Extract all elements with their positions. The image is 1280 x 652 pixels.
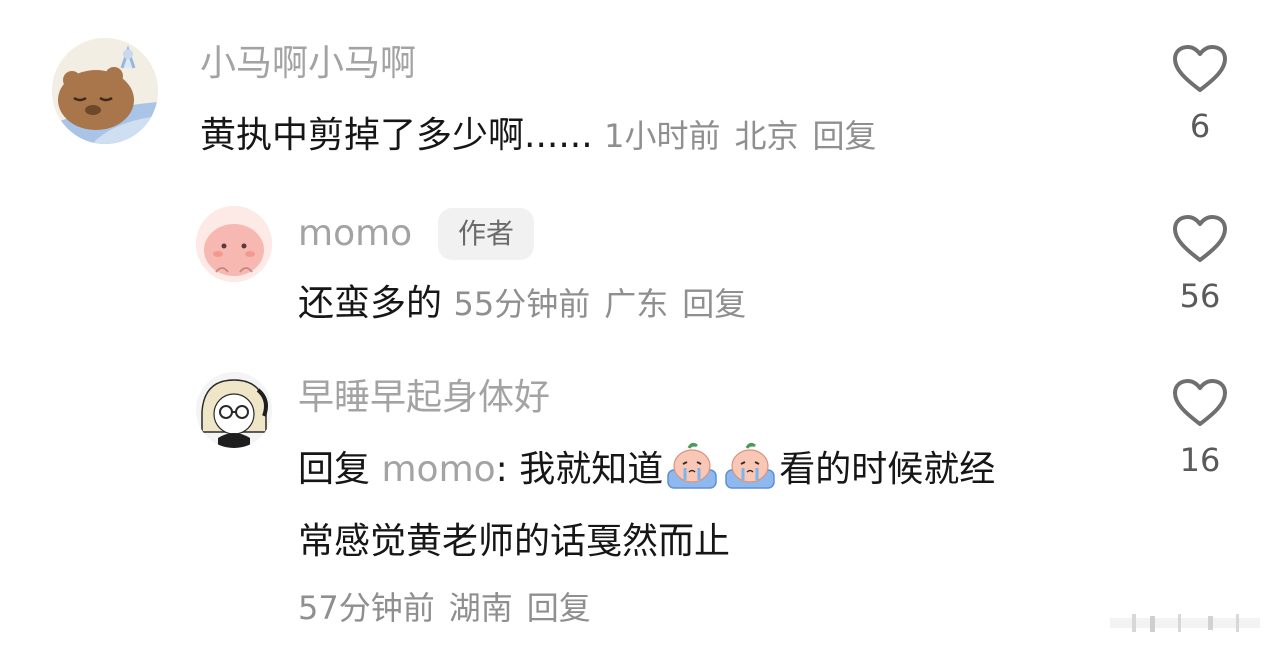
reply-button[interactable]: 回复 (813, 117, 877, 155)
bear-sleeping-avatar-icon (52, 38, 158, 144)
heart-icon (1173, 45, 1227, 92)
like-button[interactable]: 6 (1165, 44, 1235, 146)
comment-list: 小马啊小马啊 黄执中剪掉了多少啊...... 1小时前 北京 回复 6 momo… (0, 0, 1280, 652)
comment-item-3: 早睡早起身体好 回复 momo: 我就知道 看的时候就经 常感觉黄老师的话戛然而… (0, 350, 1280, 652)
avatar[interactable] (196, 372, 272, 448)
reply-button[interactable]: 回复 (682, 285, 746, 323)
comment-text-part-1: : 我就知道 (495, 449, 664, 490)
comment-text-part-2: 看的时候就经 (779, 449, 996, 490)
like-button[interactable]: 56 (1165, 214, 1235, 316)
comment-text-line-2: 常感觉黄老师的话戛然而止 (298, 521, 731, 562)
comment-meta: 57分钟前 湖南 回复 (298, 572, 605, 644)
username[interactable]: momo (298, 212, 412, 256)
like-button[interactable]: 16 (1165, 378, 1235, 480)
comment-item-2: momo 作者 还蛮多的 55分钟前 广东 回复 56 (0, 190, 1280, 350)
comment-time: 55分钟前 (453, 285, 591, 323)
author-badge: 作者 (438, 208, 535, 260)
comment-time: 1小时前 (604, 117, 721, 155)
like-count: 16 (1179, 441, 1221, 479)
comment-text-row: 还蛮多的 55分钟前 广东 回复 (298, 268, 760, 340)
anime-girl-glasses-avatar-icon (196, 372, 272, 448)
watermark-graphic (1110, 612, 1260, 634)
reply-button[interactable]: 回复 (527, 589, 591, 627)
heart-icon (1173, 215, 1227, 262)
avatar[interactable] (52, 38, 158, 144)
comment-meta: 55分钟前 广东 回复 (453, 285, 760, 323)
avatar[interactable] (196, 206, 272, 282)
like-count: 6 (1189, 107, 1211, 145)
reply-to-username[interactable]: momo (381, 449, 495, 490)
like-count: 56 (1179, 277, 1221, 315)
reply-prefix: 回复 (298, 449, 371, 490)
comment-meta: 1小时前 北京 回复 (604, 117, 890, 155)
comment-location: 广东 (604, 285, 669, 323)
heart-icon (1173, 379, 1227, 426)
comment-location: 湖南 (448, 589, 513, 627)
comment-time: 57分钟前 (298, 589, 435, 627)
crying-peach-emoji-icon (665, 440, 719, 490)
comment-text: 还蛮多的 (298, 283, 443, 324)
comment-text-row: 黄执中剪掉了多少啊...... 1小时前 北京 回复 (200, 100, 891, 172)
pink-blob-avatar-icon (196, 206, 272, 282)
crying-peach-emoji-icon (723, 440, 777, 490)
comment-location: 北京 (734, 117, 799, 155)
comment-text-line-1: 回复 momo: 我就知道 看的时候就经 (298, 434, 995, 506)
username[interactable]: 早睡早起身体好 (298, 376, 550, 420)
username[interactable]: 小马啊小马啊 (200, 42, 416, 86)
comment-text: 黄执中剪掉了多少啊...... (200, 115, 593, 156)
comment-item-1: 小马啊小马啊 黄执中剪掉了多少啊...... 1小时前 北京 回复 6 (0, 0, 1280, 190)
